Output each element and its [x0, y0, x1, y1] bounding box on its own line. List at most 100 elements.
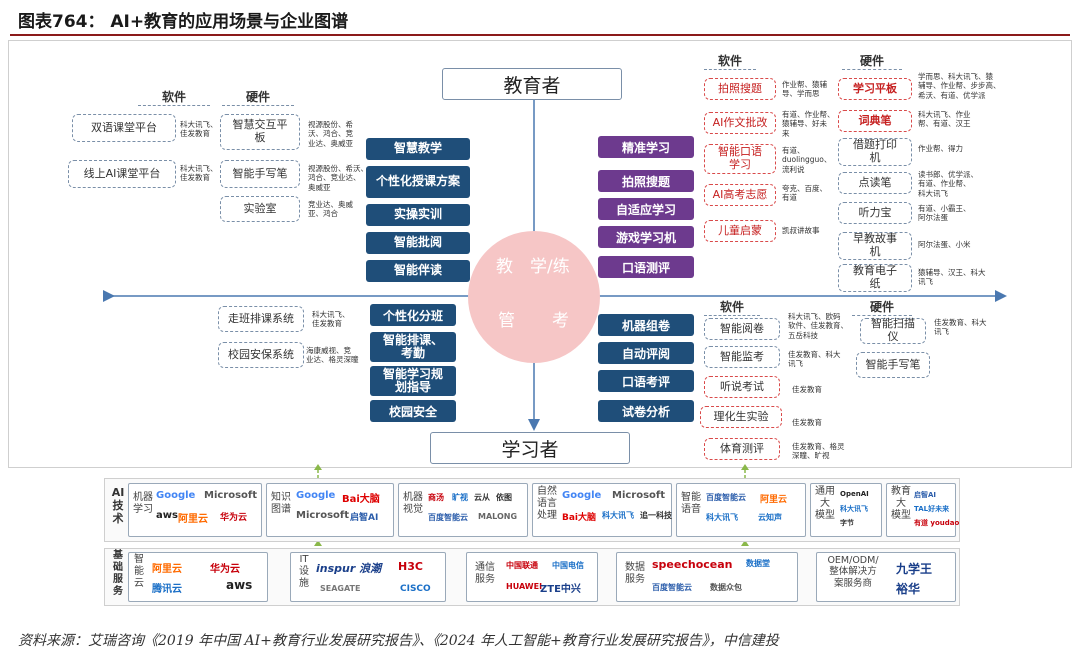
test-item: 试卷分析 — [598, 400, 694, 422]
br-hw-item: 智能手写笔 — [856, 352, 930, 378]
logo: 百度智能云 — [652, 583, 692, 592]
logo: 数据众包 — [710, 583, 742, 592]
tr-hw-companies: 有道、小霸王、 阿尔法蛋 — [918, 204, 971, 223]
logo: 启智AI — [914, 491, 937, 499]
logo: Bai大脑 — [562, 513, 597, 523]
tl-sw-item: 双语课堂平台 — [72, 114, 176, 142]
logo: Google — [156, 490, 196, 501]
learner-box: 学习者 — [430, 432, 630, 464]
tr-sw-companies: 凯叔讲故事 — [782, 226, 820, 235]
logo: 启智AI — [350, 513, 379, 523]
logo: 中国联通 — [506, 561, 538, 570]
logo: Microsoft — [204, 490, 258, 501]
learn-item: 游戏学习机 — [598, 226, 694, 248]
logo: SEAGATE — [320, 584, 361, 593]
tr-hw-companies: 读书郎、优学派、 有道、作业帮、 科大讯飞 — [918, 170, 978, 198]
tl-hardware-header: 硬件 — [222, 88, 294, 106]
logo: Microsoft — [612, 490, 666, 501]
br-hardware-header: 硬件 — [852, 298, 912, 316]
logo: 九学王 — [896, 562, 933, 576]
br-software-header: 软件 — [704, 298, 760, 316]
ai-cell-name: 机器 学习 — [133, 492, 153, 515]
bl-item: 走班排课系统 — [218, 306, 304, 332]
tr-sw-item: 智能口语学习 — [704, 144, 776, 174]
educator-box: 教育者 — [442, 68, 622, 100]
center-teach: 教 — [496, 257, 513, 277]
logo: 中国电信 — [552, 561, 584, 570]
ai-cell-name: 机器 视觉 — [403, 492, 423, 515]
ai-cell-name: 智能 语音 — [681, 492, 701, 515]
tr-hw-companies: 猿辅导、汉王、科大 讯飞 — [918, 268, 986, 287]
ai-cell-name: 自然 语言 处理 — [537, 486, 557, 521]
bl-item: 校园安保系统 — [218, 342, 304, 368]
logo: aws — [156, 510, 178, 521]
test-item: 口语考评 — [598, 370, 694, 392]
br-hw-companies: 佳发教育、科大 讯飞 — [934, 318, 987, 337]
bl-companies: 海康威视、竞 业达、格灵深瞳 — [306, 346, 359, 365]
learn-item: 精准学习 — [598, 136, 694, 158]
br-sw-companies: 佳发教育 — [792, 385, 822, 394]
ai-tech-label: AI 技 术 — [111, 486, 125, 526]
br-sw-companies: 科大讯飞、欧码 软件、佳发教育、 五岳科技 — [788, 312, 848, 340]
manage-item: 个性化分班 — [370, 304, 456, 326]
infra-cell-name: 通信 服务 — [475, 562, 495, 585]
learn-item: 自适应学习 — [598, 198, 694, 220]
logo: Microsoft — [296, 510, 350, 521]
logo: 华为云 — [210, 564, 240, 575]
tr-hw-item: 教育电子纸 — [838, 264, 912, 292]
manage-item: 校园安全 — [370, 400, 456, 422]
logo: 旷视 — [452, 493, 468, 502]
logo: 云知声 — [758, 513, 782, 522]
logo: H3C — [398, 560, 423, 573]
logo: 阿里云 — [178, 514, 208, 525]
logo: 百度智能云 — [706, 493, 746, 502]
tr-hw-item: 早教故事机 — [838, 232, 912, 260]
logo: Bai大脑 — [342, 494, 380, 505]
tr-software-header: 软件 — [704, 52, 756, 70]
tr-hw-item: 学习平板 — [838, 78, 912, 100]
tr-hw-companies: 作业帮、得力 — [918, 144, 963, 153]
tr-sw-item: AI作文批改 — [704, 112, 776, 134]
tl-hw-item: 实验室 — [220, 196, 300, 222]
infra-label: 基 础 服 务 — [113, 550, 123, 597]
infra-cell-name: IT 设 施 — [299, 554, 309, 589]
logo: 阿里云 — [152, 564, 182, 575]
br-sw-item: 理化生实验 — [700, 406, 782, 428]
logo: Google — [562, 490, 602, 501]
bl-companies: 科大讯飞、 佳发教育 — [312, 310, 350, 329]
logo: 数据堂 — [746, 559, 770, 568]
tl-hw-companies: 视源股份、希 沃、鸿合、竞 业达、奥威亚 — [308, 120, 353, 148]
infra-cell-name: OEM/ODM/ 整体解决方 案服务商 — [827, 555, 879, 589]
infra-cell-name: 智 能 云 — [134, 554, 144, 589]
logo: CISCO — [400, 584, 431, 594]
tr-hardware-header: 硬件 — [842, 52, 902, 70]
logo: 云从 — [474, 493, 490, 502]
tr-hw-companies: 阿尔法蛋、小米 — [918, 240, 971, 249]
br-sw-item: 智能阅卷 — [704, 318, 780, 340]
br-hw-item: 智能扫描仪 — [860, 318, 926, 344]
teach-item: 实操实训 — [366, 204, 470, 226]
tr-sw-companies: 有道、 duolingguo、 流利说 — [782, 146, 832, 174]
tl-software-header: 软件 — [138, 88, 210, 106]
tl-hw-companies: 视源股份、希沃、 鸿合、竞业达、 奥威亚 — [308, 164, 368, 192]
br-sw-item: 智能监考 — [704, 346, 780, 368]
ai-cell-name: 教育 大 模型 — [891, 486, 911, 521]
br-sw-companies: 佳发教育、格灵 深瞳、旷视 — [792, 442, 845, 461]
manage-item: 智能排课、考勤 — [370, 332, 456, 362]
tr-sw-item: 儿童启蒙 — [704, 220, 776, 242]
logo: TAL好未来 — [914, 505, 950, 513]
tl-hw-companies: 竞业达、奥威 亚、鸿合 — [308, 200, 353, 219]
tr-hw-item: 词典笔 — [838, 110, 912, 132]
test-item: 自动评阅 — [598, 342, 694, 364]
tl-sw-companies: 科大讯飞、 佳发教育 — [180, 120, 218, 139]
teach-item: 智慧教学 — [366, 138, 470, 160]
tr-sw-companies: 有道、作业帮、 猿辅导、好未 来 — [782, 110, 835, 138]
logo: 科大讯飞 — [706, 513, 738, 522]
logo: 依图 — [496, 493, 512, 502]
logo: 百度智能云 — [428, 513, 468, 522]
tl-sw-companies: 科大讯飞、 佳发教育 — [180, 164, 218, 183]
test-item: 机器组卷 — [598, 314, 694, 336]
br-sw-item: 听说考试 — [704, 376, 780, 398]
br-sw-item: 体育测评 — [704, 438, 780, 460]
logo: aws — [226, 578, 253, 592]
